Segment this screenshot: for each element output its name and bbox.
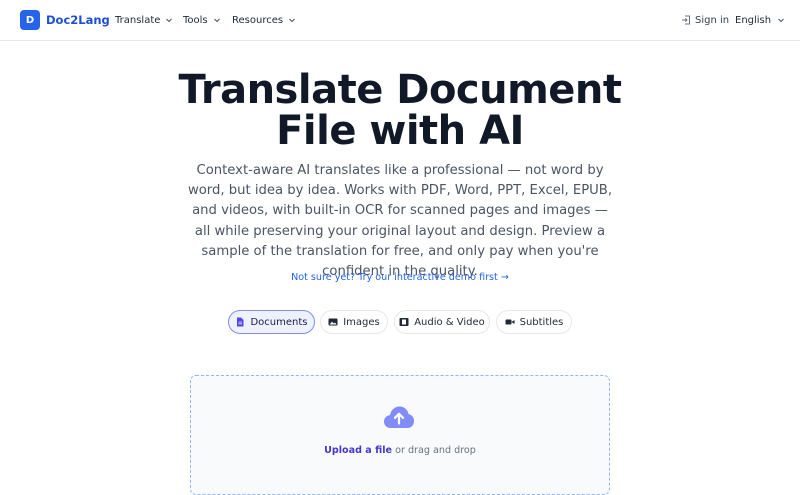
chevron-down-icon: [213, 18, 220, 23]
tab-subtitles[interactable]: Subtitles: [496, 310, 572, 334]
cloud-upload-icon: [384, 406, 414, 428]
tab-subtitles-label: Subtitles: [519, 316, 564, 328]
nav-resources-menu[interactable]: Resources: [232, 13, 296, 27]
sign-in-icon: [682, 15, 690, 25]
chevron-down-icon: [166, 18, 173, 23]
tab-documents[interactable]: Documents: [228, 310, 315, 334]
chevron-down-icon: [778, 18, 784, 23]
hero-description: Context-aware AI translates like a profe…: [187, 163, 613, 280]
nav-translate-label: Translate: [115, 14, 161, 26]
sign-in-button[interactable]: Sign in: [681, 13, 729, 27]
nav-tools-menu[interactable]: Tools: [183, 13, 221, 27]
image-icon: [328, 318, 338, 326]
upload-file-link[interactable]: Upload a file: [324, 445, 392, 456]
file-dropzone[interactable]: Upload a file or drag and drop: [190, 375, 610, 495]
tab-documents-label: Documents: [250, 316, 308, 328]
video-camera-icon: [505, 319, 515, 325]
language-selector[interactable]: English: [735, 13, 785, 27]
nav-translate-menu[interactable]: Translate: [115, 13, 173, 27]
language-label: English: [735, 14, 772, 26]
tab-audio-video[interactable]: Audio & Video: [394, 310, 490, 334]
tab-audio-video-label: Audio & Video: [414, 316, 485, 328]
nav-resources-label: Resources: [232, 14, 284, 26]
nav-tools-label: Tools: [183, 14, 208, 26]
page-title: Translate Document File with AI: [150, 70, 650, 152]
page-title-line-1: Translate Document: [178, 67, 622, 113]
page-title-line-2: File with AI: [276, 108, 524, 154]
document-icon: [237, 317, 244, 327]
brand-logo-icon: D: [20, 10, 40, 30]
brand-logo-link[interactable]: D Doc2Lang: [20, 10, 110, 30]
tab-images[interactable]: Images: [320, 310, 388, 334]
interactive-demo-link[interactable]: Not sure yet? Try our interactive demo f…: [250, 272, 550, 283]
tab-images-label: Images: [343, 316, 380, 328]
film-icon: [399, 318, 409, 326]
chevron-down-icon: [289, 18, 295, 23]
brand-name: Doc2Lang: [46, 13, 110, 27]
drag-drop-label: or drag and drop: [392, 445, 476, 456]
dropzone-text: Upload a file or drag and drop: [191, 445, 609, 456]
sign-in-label: Sign in: [695, 14, 730, 26]
top-navigation-bar: D Doc2Lang Translate Tools Resources Sig…: [0, 0, 800, 41]
